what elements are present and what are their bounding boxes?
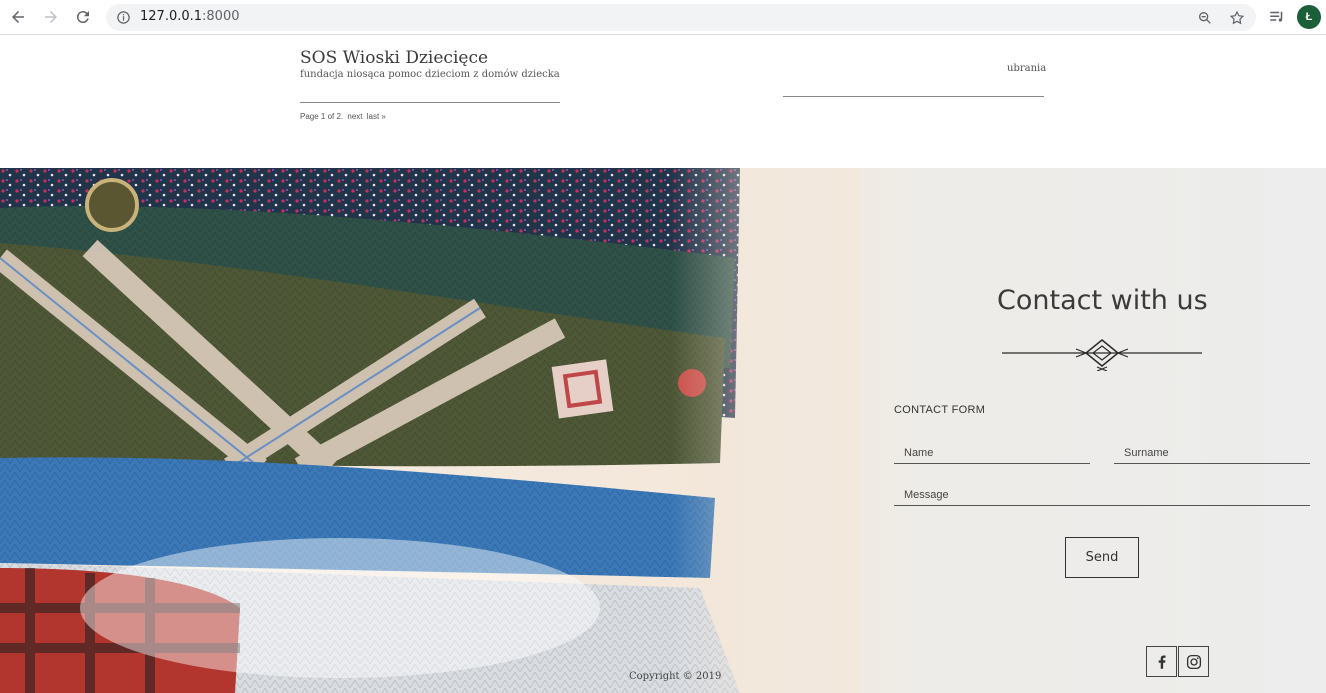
contact-hero: Contact with us CONTACT FORM Send Copyri… bbox=[0, 168, 1326, 693]
pagination-last-link[interactable]: last » bbox=[367, 112, 386, 121]
copyright-text: Copyright © 2019 bbox=[629, 671, 722, 682]
sweaters-image bbox=[0, 168, 860, 693]
site-description: fundacja niosąca pomoc dzieciom z domów … bbox=[300, 69, 560, 80]
send-button[interactable]: Send bbox=[1065, 537, 1139, 578]
address-bar[interactable]: 127.0.0.1:8000 bbox=[106, 4, 1256, 31]
pagination: Page 1 of 2. next last » bbox=[300, 112, 388, 121]
nav-link-ubrania[interactable]: ubrania bbox=[1007, 63, 1046, 74]
forward-icon[interactable] bbox=[40, 6, 62, 28]
facebook-icon bbox=[1158, 654, 1166, 669]
name-input[interactable] bbox=[894, 442, 1090, 463]
header-divider bbox=[300, 102, 560, 103]
star-icon[interactable] bbox=[1229, 10, 1245, 26]
reload-icon[interactable] bbox=[72, 6, 94, 28]
back-icon[interactable] bbox=[7, 6, 29, 28]
contact-title: Contact with us bbox=[997, 285, 1208, 316]
facebook-link[interactable] bbox=[1146, 646, 1177, 677]
zoom-icon[interactable] bbox=[1197, 10, 1213, 26]
instagram-icon bbox=[1186, 654, 1201, 669]
ornament-divider-icon bbox=[1002, 339, 1202, 371]
pagination-status: Page 1 of 2. bbox=[300, 112, 344, 121]
contact-form-label: CONTACT FORM bbox=[894, 404, 986, 416]
surname-field[interactable] bbox=[1114, 442, 1310, 464]
nav-divider bbox=[783, 96, 1044, 97]
browser-toolbar: 127.0.0.1:8000 Ł bbox=[0, 0, 1326, 35]
media-queue-icon[interactable] bbox=[1266, 6, 1288, 28]
profile-avatar[interactable]: Ł bbox=[1297, 5, 1321, 29]
instagram-link[interactable] bbox=[1178, 646, 1209, 677]
surname-input[interactable] bbox=[1114, 442, 1310, 463]
url-text[interactable]: 127.0.0.1:8000 bbox=[140, 9, 240, 24]
pagination-next-link[interactable]: next bbox=[347, 112, 362, 121]
name-field[interactable] bbox=[894, 442, 1090, 464]
message-input[interactable] bbox=[894, 484, 1310, 505]
info-icon[interactable] bbox=[116, 10, 131, 25]
message-field[interactable] bbox=[894, 484, 1310, 506]
site-title[interactable]: SOS Wioski Dziecięce bbox=[300, 48, 488, 68]
